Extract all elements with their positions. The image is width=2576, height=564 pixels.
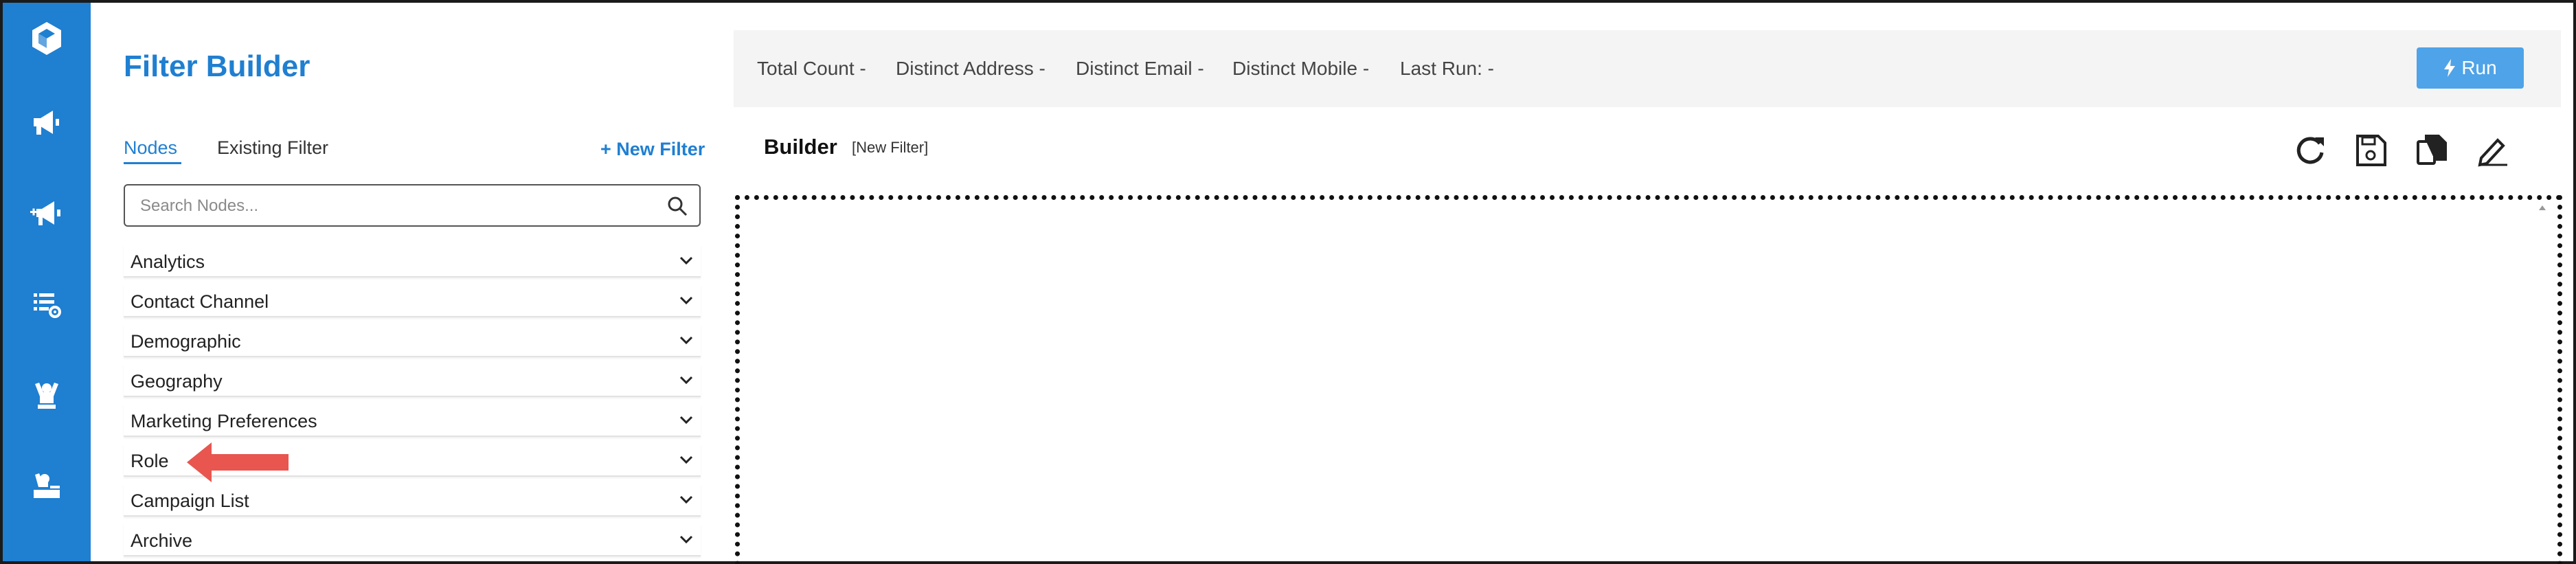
refresh-icon[interactable]	[2292, 132, 2329, 169]
chevron-down-icon	[679, 296, 693, 305]
tab-nodes-underline	[124, 162, 181, 164]
page-title: Filter Builder	[124, 49, 310, 83]
person-raised-icon[interactable]	[27, 376, 66, 415]
node-label: Geography	[131, 371, 223, 392]
chevron-down-icon	[679, 455, 693, 464]
list-settings-icon[interactable]	[27, 284, 66, 323]
megaphone-add-icon[interactable]	[27, 194, 66, 232]
copy-icon[interactable]	[2414, 132, 2451, 169]
node-label: Marketing Preferences	[131, 411, 317, 431]
stat-distinct-mobile: Distinct Mobile -	[1232, 58, 1370, 79]
stat-total-count: Total Count -	[757, 58, 866, 79]
node-label: Demographic	[131, 331, 241, 352]
run-button[interactable]: Run	[2417, 47, 2524, 89]
scroll-up-icon[interactable]	[2538, 203, 2547, 213]
node-geography[interactable]: Geography	[124, 364, 701, 397]
builder-title: Builder	[764, 135, 837, 159]
builder-canvas[interactable]	[735, 195, 2562, 564]
annotation-arrow	[187, 442, 289, 482]
run-button-label: Run	[2461, 57, 2497, 78]
builder-subtitle: [New Filter]	[852, 139, 929, 156]
node-marketing-preferences[interactable]: Marketing Preferences	[124, 404, 701, 437]
stat-distinct-email: Distinct Email -	[1076, 58, 1204, 79]
lightning-icon	[2444, 59, 2456, 77]
chevron-down-icon	[679, 376, 693, 385]
node-demographic[interactable]: Demographic	[124, 324, 701, 357]
node-contact-channel[interactable]: Contact Channel	[124, 284, 701, 317]
tab-nodes[interactable]: Nodes	[124, 137, 177, 159]
new-filter-link[interactable]: + New Filter	[600, 139, 705, 160]
left-rail	[3, 3, 91, 561]
chevron-down-icon	[679, 336, 693, 345]
chevron-down-icon	[679, 535, 693, 544]
stat-last-run: Last Run: -	[1400, 58, 1494, 79]
logo-icon[interactable]	[27, 19, 66, 58]
search-icon[interactable]	[666, 195, 688, 217]
chevron-down-icon	[679, 416, 693, 425]
stat-distinct-address: Distinct Address -	[896, 58, 1046, 79]
node-label: Analytics	[131, 251, 205, 272]
node-campaign-list[interactable]: Campaign List	[124, 484, 701, 517]
edit-icon[interactable]	[2474, 132, 2511, 169]
search-box	[124, 184, 701, 227]
node-analytics[interactable]: Analytics	[124, 245, 701, 278]
node-label: Archive	[131, 530, 193, 551]
chevron-down-icon	[679, 256, 693, 265]
save-icon[interactable]	[2352, 132, 2389, 169]
search-input[interactable]	[140, 195, 635, 217]
chevron-down-icon	[679, 495, 693, 504]
node-label: Contact Channel	[131, 291, 269, 312]
tab-existing-filter[interactable]: Existing Filter	[217, 137, 328, 159]
megaphone-icon[interactable]	[27, 103, 66, 142]
node-archive[interactable]: Archive	[124, 523, 701, 556]
stats-bar: Total Count - Distinct Address - Distinc…	[734, 30, 2561, 107]
node-label: Role	[131, 451, 169, 471]
node-label: Campaign List	[131, 490, 249, 511]
person-desk-icon[interactable]	[27, 467, 66, 506]
